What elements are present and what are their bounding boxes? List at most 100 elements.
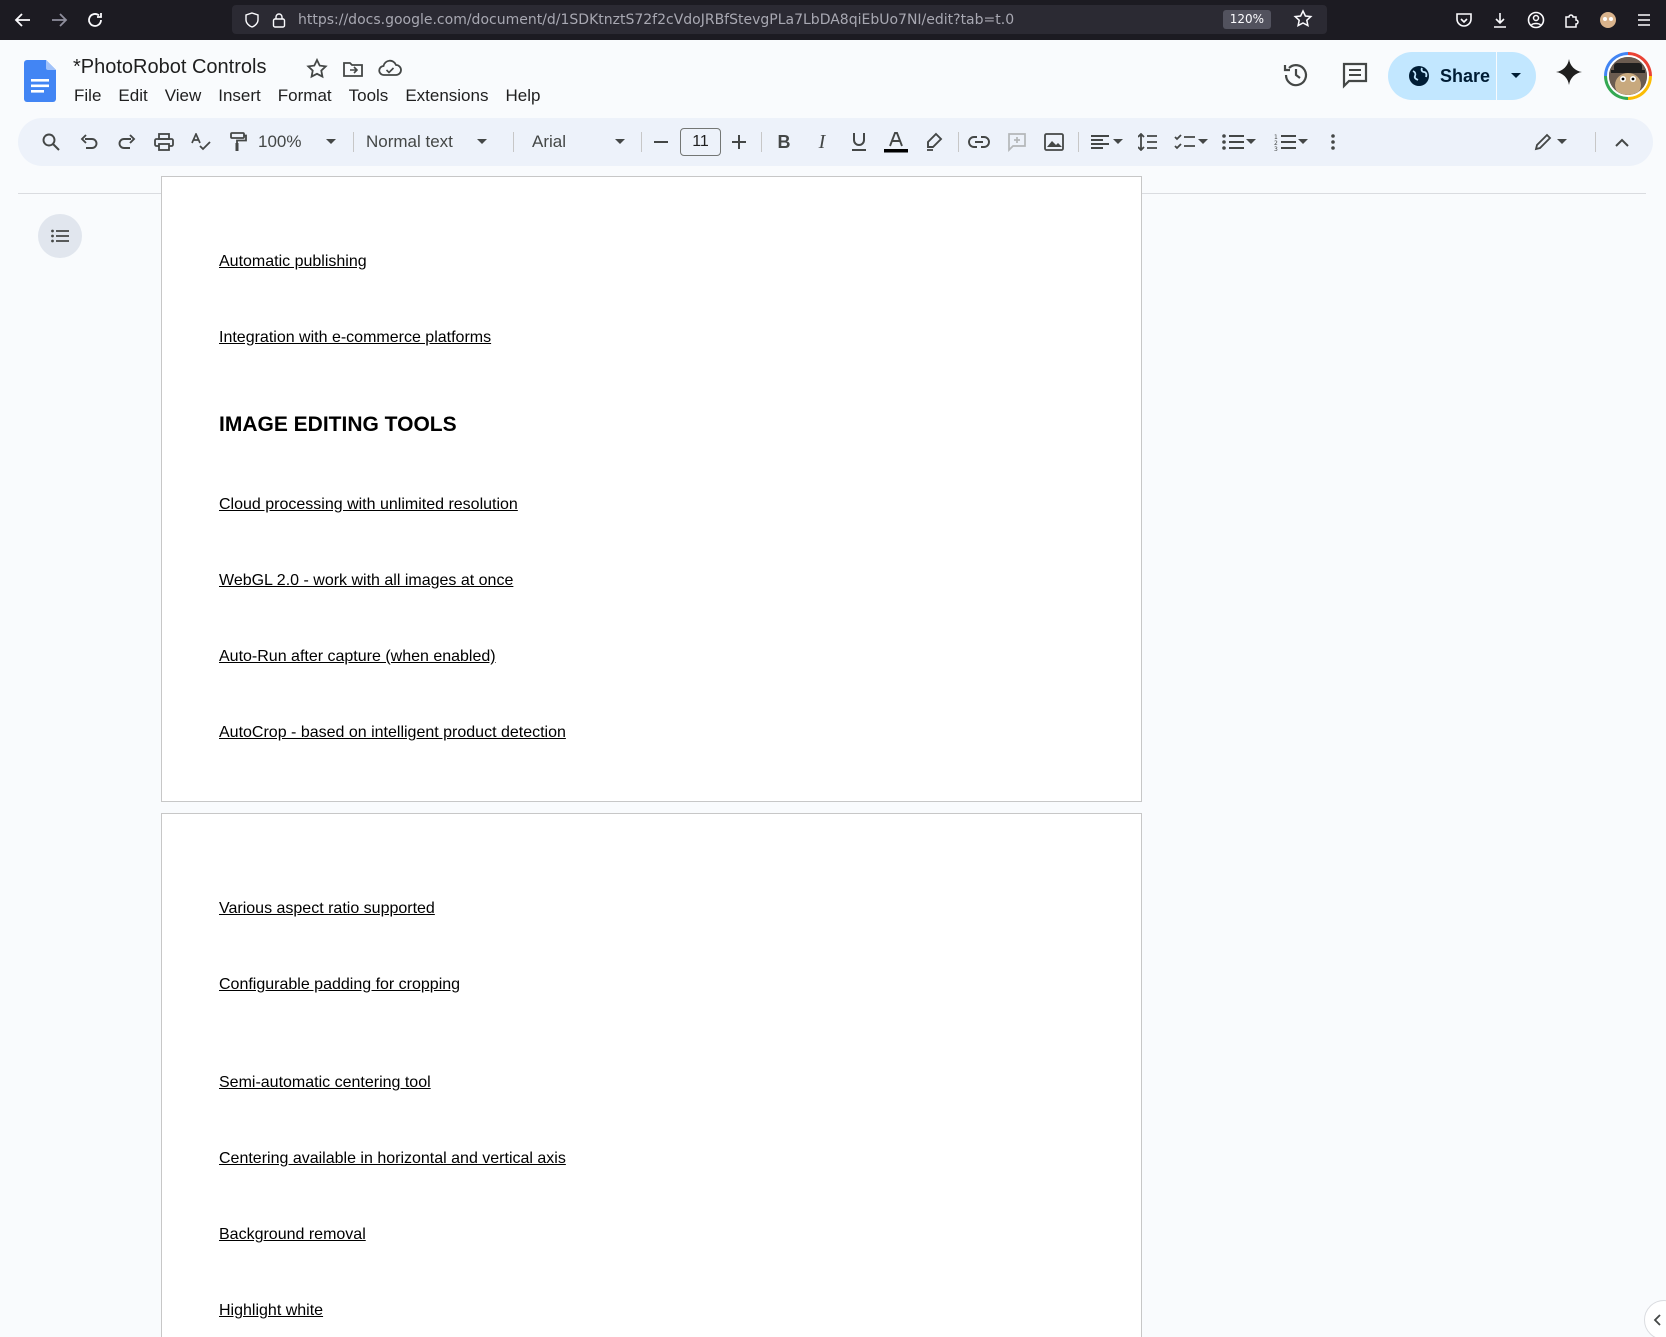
gemini-sparkle-icon[interactable] [1555, 58, 1583, 86]
share-button[interactable]: Share [1388, 52, 1496, 100]
toolbar-divider [641, 132, 642, 152]
print-icon[interactable] [149, 118, 179, 166]
toolbar-divider [1078, 132, 1079, 152]
bullet-caret-icon[interactable] [1244, 118, 1258, 166]
underline-icon[interactable] [844, 118, 874, 166]
toolbar-divider [761, 132, 762, 152]
menu-help[interactable]: Help [505, 84, 548, 108]
redo-icon[interactable] [112, 118, 142, 166]
account-icon[interactable] [1520, 3, 1552, 37]
numbered-caret-icon[interactable] [1296, 118, 1310, 166]
search-menus-icon[interactable] [36, 118, 66, 166]
doc-line[interactable]: Integration with e-commerce platforms [219, 329, 491, 347]
forward-arrow-icon[interactable] [42, 3, 76, 37]
style-caret-icon[interactable] [474, 118, 490, 166]
shield-icon [245, 11, 259, 28]
docs-header: *PhotoRobot Controls File Edit View Inse… [0, 40, 1666, 112]
document-outline-button[interactable] [38, 214, 82, 258]
caret-down-icon [1511, 73, 1521, 78]
share-button-group: Share [1388, 52, 1536, 100]
pocket-icon[interactable] [1448, 3, 1480, 37]
toolbar-divider [353, 132, 354, 152]
zoom-level-badge[interactable]: 120% [1222, 10, 1271, 29]
doc-line[interactable]: Configurable padding for cropping [219, 976, 460, 994]
doc-line[interactable]: Cloud processing with unlimited resoluti… [219, 496, 518, 514]
insert-image-icon[interactable] [1039, 118, 1069, 166]
doc-line[interactable]: Auto-Run after capture (when enabled) [219, 648, 496, 666]
doc-line[interactable]: Semi-automatic centering tool [219, 1074, 431, 1092]
line-spacing-icon[interactable] [1133, 118, 1163, 166]
toolbar-divider [1595, 132, 1596, 152]
version-history-icon[interactable] [1281, 60, 1311, 90]
globe-icon [1409, 66, 1429, 86]
browser-toolbar: https://docs.google.com/document/d/1SDKt… [0, 0, 1666, 40]
avatar-image-icon [1609, 57, 1647, 95]
hide-menus-chevron-up-icon[interactable] [1607, 118, 1637, 166]
highlight-color-icon[interactable] [919, 118, 949, 166]
extensions-puzzle-icon[interactable] [1556, 3, 1588, 37]
italic-icon[interactable]: I [807, 118, 837, 166]
more-options-icon[interactable] [1320, 118, 1346, 166]
share-dropdown-button[interactable] [1497, 72, 1535, 80]
paragraph-style-value: Normal text [366, 132, 453, 151]
font-caret-icon[interactable] [612, 118, 628, 166]
star-icon[interactable] [306, 58, 328, 80]
hamburger-menu-icon[interactable] [1628, 3, 1660, 37]
menu-file[interactable]: File [74, 84, 109, 108]
download-icon[interactable] [1484, 3, 1516, 37]
menu-tools[interactable]: Tools [349, 84, 397, 108]
toolbar-divider [958, 132, 959, 152]
lock-icon [272, 12, 286, 28]
reload-icon[interactable] [78, 3, 112, 37]
cut-off-text-fragment [219, 190, 434, 196]
menu-edit[interactable]: Edit [118, 84, 155, 108]
menu-format[interactable]: Format [278, 84, 340, 108]
spellcheck-icon[interactable] [186, 118, 216, 166]
increase-font-size-button[interactable] [725, 118, 753, 166]
back-arrow-icon[interactable] [6, 3, 40, 37]
bookmark-star-icon[interactable] [1293, 9, 1313, 29]
cloud-saved-icon[interactable] [378, 58, 402, 80]
paint-format-icon[interactable] [223, 118, 253, 166]
url-bar[interactable]: https://docs.google.com/document/d/1SDKt… [232, 5, 1327, 34]
align-caret-icon[interactable] [1111, 118, 1125, 166]
undo-icon[interactable] [74, 118, 104, 166]
toolbar-divider [513, 132, 514, 152]
decrease-font-size-button[interactable] [647, 118, 675, 166]
font-family-value: Arial [532, 132, 567, 151]
text-color-icon[interactable] [881, 118, 911, 166]
insert-link-icon[interactable] [964, 118, 994, 166]
zoom-value: 100% [258, 132, 302, 151]
menu-extensions[interactable]: Extensions [405, 84, 496, 108]
extension-avatar-icon[interactable] [1592, 3, 1624, 37]
doc-line[interactable]: WebGL 2.0 - work with all images at once [219, 572, 513, 590]
editing-mode-caret-icon[interactable] [1554, 118, 1570, 166]
doc-line[interactable]: Background removal [219, 1226, 366, 1244]
outline-list-icon [51, 229, 69, 243]
move-folder-icon[interactable] [342, 58, 364, 80]
doc-line[interactable]: Centering available in horizontal and ve… [219, 1150, 566, 1168]
bold-icon[interactable]: B [769, 118, 799, 166]
browser-extensions [1448, 0, 1666, 40]
checklist-caret-icon[interactable] [1196, 118, 1210, 166]
menu-bar: File Edit View Insert Format Tools Exten… [74, 84, 557, 108]
user-avatar[interactable] [1604, 52, 1652, 100]
chevron-left-icon [1653, 1314, 1661, 1326]
svg-text:3: 3 [1274, 146, 1278, 151]
doc-line[interactable]: Highlight white [219, 1302, 323, 1320]
zoom-caret-icon[interactable] [323, 118, 339, 166]
add-comment-icon[interactable] [1002, 118, 1032, 166]
share-label: Share [1440, 65, 1491, 86]
formatting-toolbar: 100% Normal text Arial 11 B I 123 [18, 118, 1653, 166]
url-text[interactable]: https://docs.google.com/document/d/1SDKt… [298, 12, 1014, 28]
docs-logo-icon[interactable] [24, 60, 56, 102]
font-size-input[interactable]: 11 [680, 128, 721, 156]
doc-line[interactable]: AutoCrop - based on intelligent product … [219, 724, 566, 742]
doc-line[interactable]: Various aspect ratio supported [219, 900, 435, 918]
doc-line[interactable]: Automatic publishing [219, 253, 367, 271]
comments-icon[interactable] [1340, 60, 1370, 90]
menu-view[interactable]: View [165, 84, 210, 108]
doc-heading[interactable]: IMAGE EDITING TOOLS [219, 413, 457, 437]
document-title[interactable]: *PhotoRobot Controls [73, 56, 266, 79]
menu-insert[interactable]: Insert [218, 84, 269, 108]
